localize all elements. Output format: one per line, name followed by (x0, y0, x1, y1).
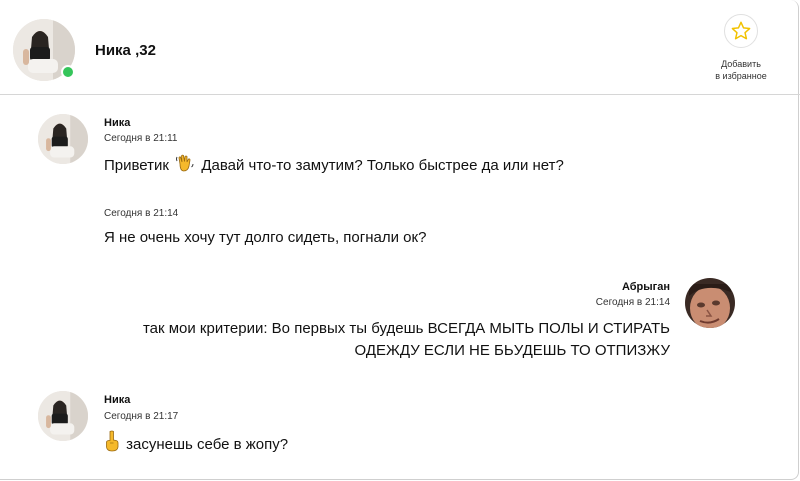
middle-finger-icon (104, 430, 120, 459)
message-time: Сегодня в 21:14 (104, 208, 179, 219)
message-time: Сегодня в 21:11 (104, 133, 178, 144)
waving-hand-icon (175, 153, 195, 180)
message-text: Я не очень хочу тут долго сидеть, погнал… (104, 229, 427, 246)
message-text: так мои критерии: Во первых ты будешь ВС… (142, 320, 670, 359)
message-time: Сегодня в 21:14 (595, 297, 670, 308)
message-avatar[interactable] (38, 391, 88, 441)
message-time: Сегодня в 21:17 (104, 411, 179, 422)
message-author[interactable]: Абрыган (622, 281, 670, 293)
message-avatar[interactable] (685, 278, 735, 328)
message-author[interactable]: Ника (104, 117, 130, 129)
message-avatar[interactable] (38, 114, 88, 164)
star-icon (724, 14, 758, 48)
message-text: Приветик Давай что-то замутим? Только бы… (104, 153, 564, 180)
online-status-indicator (61, 65, 75, 79)
contact-name[interactable]: Ника ,32 (95, 42, 156, 59)
add-to-favorites-button[interactable]: Добавить в избранное (705, 14, 777, 82)
chat-header: Ника ,32 Добавить в избранное (0, 0, 800, 95)
favorites-label: Добавить в избранное (715, 59, 767, 81)
message-author[interactable]: Ника (104, 394, 130, 406)
message-text: засунешь себе в жопу? (102, 430, 288, 459)
